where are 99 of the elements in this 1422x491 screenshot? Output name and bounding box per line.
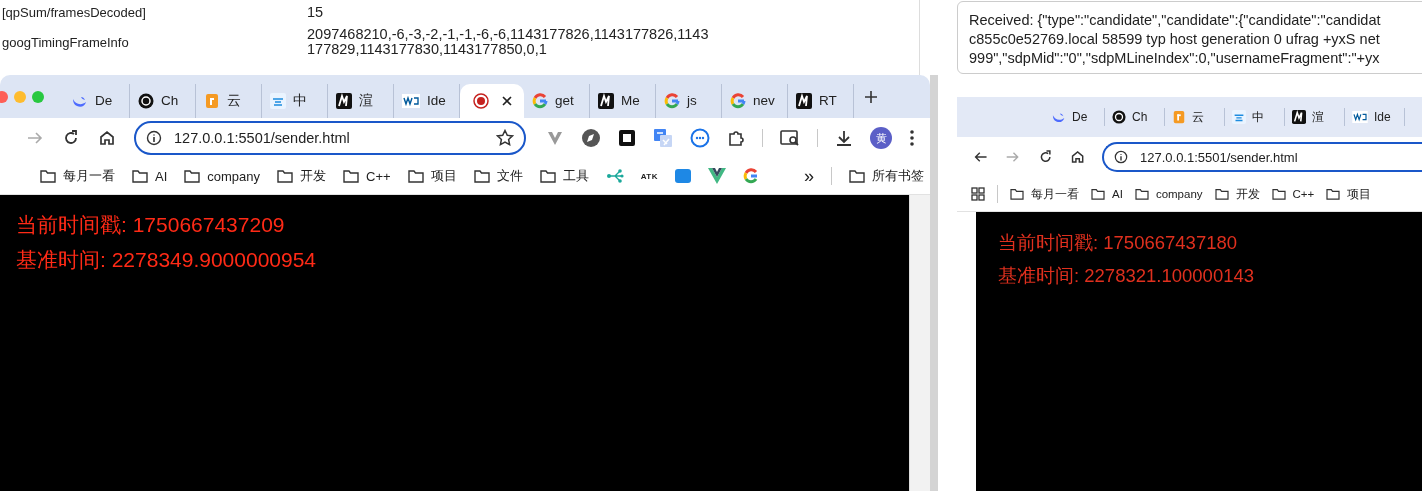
zigzag-tile-icon (598, 92, 614, 109)
google-icon[interactable] (743, 168, 759, 184)
bookmark-folder[interactable]: AI (132, 168, 168, 184)
recording-icon (472, 92, 489, 109)
folder-icon (132, 169, 148, 183)
browser-tab[interactable]: 渲 (1285, 108, 1345, 126)
info-icon[interactable] (146, 130, 162, 146)
bookmark-folder[interactable]: AI (1091, 188, 1123, 200)
nodes-icon[interactable] (605, 168, 624, 184)
striped-tile-icon (402, 93, 420, 108)
folder-icon (1010, 188, 1024, 200)
folder-icon (1214, 188, 1229, 200)
more-bookmarks-button[interactable]: » (804, 165, 814, 187)
bookmark-folder[interactable]: 项目 (1326, 186, 1372, 202)
message-line: c855c0e52769.local 58599 typ host generation 0 ufrag +yxS net (969, 30, 1381, 49)
folder-icon (1326, 188, 1341, 200)
zigzag-tile-icon (1292, 110, 1306, 124)
message-line: Received: {"type":"candidate","candidate":{"candidate":"candidat (969, 11, 1382, 30)
tab-search-icon[interactable] (780, 129, 800, 147)
time-text: 基准时间: 2278321.100000143 (998, 264, 1256, 288)
striped-tile-icon (1352, 111, 1368, 123)
bookmark-folder[interactable]: 每月一看 (40, 167, 115, 185)
folder-icon (343, 169, 360, 183)
browser-tab[interactable]: Ide (394, 83, 460, 118)
apps-grid-icon[interactable] (971, 187, 985, 201)
browser-tab[interactable]: 中 (1225, 108, 1285, 126)
google-icon (664, 92, 680, 109)
compass-icon[interactable] (581, 128, 601, 148)
browser-tab[interactable]: De (1045, 108, 1105, 126)
app-tile-icon (1172, 110, 1186, 124)
browser-tab[interactable]: 渲 (328, 83, 394, 118)
browser-tab[interactable]: 中 (262, 83, 328, 118)
bookmark-folder[interactable]: company (1134, 188, 1203, 200)
zigzag-tile-icon (796, 92, 812, 109)
folder-icon (277, 169, 294, 183)
address-bar[interactable]: 127.0.0.1:5501/sender.html (1102, 142, 1422, 172)
download-icon[interactable] (835, 129, 853, 147)
time-text: 基准时间: 2278349.9000000954 (16, 247, 318, 273)
profile-avatar[interactable]: 黄 (870, 127, 892, 149)
back-icon[interactable] (973, 149, 989, 165)
square-icon[interactable] (618, 129, 636, 147)
bookmark-folder[interactable]: 文件 (473, 167, 523, 185)
bookmark-folder[interactable]: 开发 (1214, 186, 1260, 202)
info-icon[interactable] (1114, 150, 1128, 164)
browser-tab[interactable]: De (64, 83, 130, 118)
translate-icon[interactable] (653, 128, 673, 148)
stat-value: 2097468210,-6,-3,-2,-1,-1,-6,-6,1143177826,1143177826,1143177829,1143177830,1143177850,0,1 (307, 27, 710, 57)
browser-tab[interactable]: Ch (130, 83, 196, 118)
folder-icon (1134, 188, 1149, 200)
menu-icon[interactable] (909, 129, 915, 147)
browser-tab[interactable]: Ch (1105, 108, 1165, 126)
folder-icon (1271, 188, 1286, 200)
browser-tab[interactable]: 云 (1165, 108, 1225, 126)
stat-name: googTimingFrameInfo (1, 34, 130, 50)
puzzle-icon[interactable] (727, 129, 745, 147)
folder-icon (407, 169, 424, 183)
folder-icon (40, 169, 56, 183)
folder-icon (539, 169, 556, 183)
bookmark-folder[interactable]: C++ (343, 168, 391, 184)
folder-icon (1091, 188, 1105, 200)
bookmark-folder[interactable]: 项目 (407, 167, 457, 185)
chat-icon[interactable] (690, 128, 710, 148)
browser-tab[interactable]: RT (788, 83, 854, 118)
browser-tab[interactable]: nev (722, 83, 788, 118)
stat-name: [qpSum/framesDecoded] (1, 4, 147, 20)
new-tab-icon[interactable] (864, 89, 878, 104)
google-icon (730, 92, 746, 109)
app-tile-icon[interactable] (675, 169, 691, 183)
bookmark-folder[interactable]: 每月一看 (1010, 186, 1079, 202)
folder-icon (473, 169, 490, 183)
app-tile-icon (204, 92, 220, 109)
time-text: 当前时间戳: 1750667437209 (16, 212, 286, 238)
browser-tab[interactable] (460, 83, 524, 118)
bookmark-folder[interactable]: 所有书签 (849, 167, 924, 185)
bookmark-folder[interactable]: 开发 (277, 167, 327, 185)
bookmark-link[interactable]: ATK (640, 171, 658, 181)
time-text: 当前时间戳: 1750667437180 (998, 231, 1239, 255)
bookmark-folder[interactable]: 工具 (539, 167, 589, 185)
home-icon[interactable] (98, 129, 116, 147)
reload-icon[interactable] (62, 129, 80, 147)
star-icon[interactable] (496, 129, 514, 147)
close-tab-icon[interactable] (501, 95, 512, 106)
browser-tab[interactable]: 云 (196, 83, 262, 118)
message-line: 999","sdpMid":"0","sdpMLineIndex":0,"usernameFragment":"+yx (969, 49, 1381, 68)
vue-icon[interactable] (708, 168, 726, 184)
google-icon (532, 92, 548, 109)
browser-tab[interactable]: get (524, 83, 590, 118)
address-bar[interactable]: 127.0.0.1:5501/sender.html (134, 121, 526, 155)
home-icon[interactable] (1069, 149, 1085, 165)
stat-value: 15 (307, 4, 325, 20)
browser-tab[interactable]: js (656, 83, 722, 118)
folder-icon (849, 169, 865, 183)
folder-icon (184, 169, 201, 183)
browser-tab[interactable]: Ide (1345, 108, 1405, 126)
browser-tab[interactable]: Me (590, 83, 656, 118)
bookmark-folder[interactable]: company (184, 168, 261, 184)
zigzag-tile-icon (336, 92, 352, 109)
bookmark-folder[interactable]: C++ (1271, 188, 1315, 200)
v-shape-icon[interactable] (546, 129, 564, 147)
